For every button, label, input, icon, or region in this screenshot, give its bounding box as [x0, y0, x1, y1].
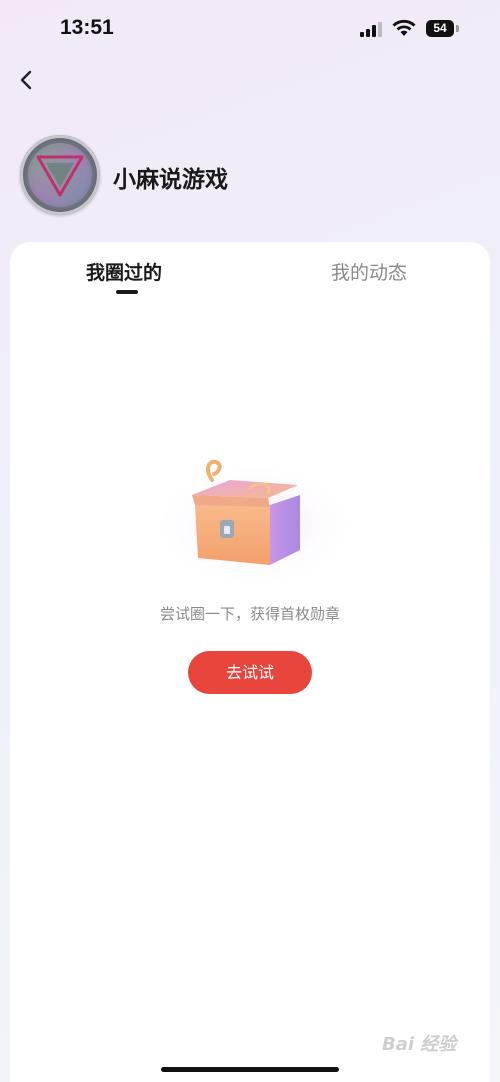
empty-state-message: 尝试圈一下，获得首枚勋章	[159, 605, 340, 623]
active-tab-indicator	[116, 290, 138, 294]
tab-my-activity[interactable]: 我的动态	[331, 258, 407, 285]
tab-circled[interactable]: 我圈过的	[86, 258, 162, 285]
chevron-left-icon[interactable]	[16, 66, 38, 94]
home-indicator[interactable]	[161, 1067, 339, 1072]
treasure-chest-icon	[150, 459, 360, 590]
baidu-jingyan-watermark: Bai 经验	[382, 1034, 457, 1055]
wifi-icon	[392, 19, 416, 36]
profile-name: 小麻说游戏	[113, 167, 228, 193]
cellular-signal-icon	[360, 22, 382, 37]
battery-level: 54	[426, 20, 454, 37]
status-bar: 13:51 54	[0, 0, 500, 58]
avatar[interactable]	[20, 135, 100, 215]
try-it-button[interactable]: 去试试	[188, 651, 312, 694]
triangle-logo-avatar	[28, 143, 92, 207]
status-time: 13:51	[60, 16, 114, 39]
battery-tip	[456, 25, 459, 32]
